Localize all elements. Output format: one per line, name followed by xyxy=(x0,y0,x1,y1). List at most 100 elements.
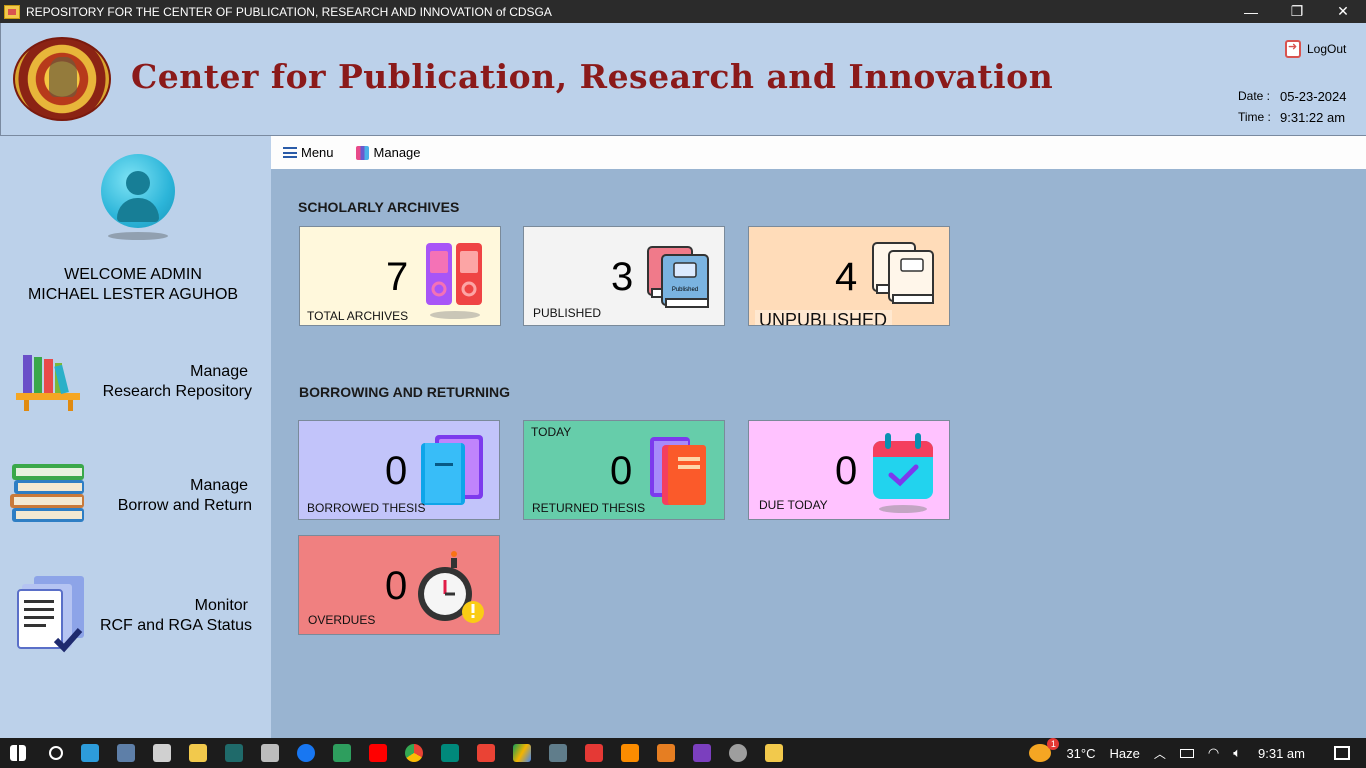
unpublished-label: UNPUBLISHED xyxy=(755,310,893,325)
manage-icon xyxy=(355,145,369,160)
sidebar-item-label: Manage Borrow and Return xyxy=(117,477,252,514)
facebook-icon[interactable] xyxy=(297,744,315,762)
filezilla-icon[interactable] xyxy=(585,744,603,762)
volume-icon[interactable]: 🔈︎ xyxy=(1233,745,1241,761)
chevron-up-icon[interactable]: ︿ xyxy=(1154,745,1166,762)
time-value: 9:31:22 am xyxy=(1280,110,1346,125)
overdues-count: 0 xyxy=(385,564,408,608)
due-today-count: 0 xyxy=(835,449,858,493)
file-explorer-icon[interactable] xyxy=(189,744,207,762)
weather-temperature[interactable]: 31°C xyxy=(1066,746,1095,761)
restore-button[interactable]: ❐ xyxy=(1274,0,1320,23)
drive-icon[interactable] xyxy=(513,744,531,762)
user-avatar-icon xyxy=(101,154,175,228)
binders-icon xyxy=(426,243,482,305)
date-label: Date : xyxy=(1238,89,1271,103)
published-books-icon: Published xyxy=(647,246,709,308)
git-icon[interactable] xyxy=(549,744,567,762)
menu-button[interactable]: Menu xyxy=(283,145,334,160)
published-label: PUBLISHED xyxy=(533,306,602,320)
unpublished-books-icon xyxy=(872,242,934,304)
weather-icon[interactable]: 1 xyxy=(1029,738,1060,762)
date-value: 05-23-2024 xyxy=(1280,89,1347,104)
system-tray: 1 31°C Haze ︿ ◠ 🔈︎ 9:31 am xyxy=(1029,738,1366,768)
os-taskbar: 1 31°C Haze ︿ ◠ 🔈︎ 9:31 am xyxy=(0,738,1366,768)
sidebar-item-borrow-and-return[interactable]: Manage Borrow and Return xyxy=(0,454,271,534)
bookshelf-icon xyxy=(16,355,80,411)
notifications-icon[interactable] xyxy=(1334,746,1350,760)
app-icon xyxy=(4,4,20,19)
printer-icon[interactable] xyxy=(261,744,279,762)
borrowed-book-icon xyxy=(421,435,483,505)
sidebar-item-label: Monitor RCF and RGA Status xyxy=(99,597,252,634)
visual-studio-icon[interactable] xyxy=(693,744,711,762)
due-today-label: DUE TODAY xyxy=(759,498,828,512)
brand-title: Center for Publication, Research and Inn… xyxy=(131,57,1054,96)
taskbar-clock[interactable]: 9:31 am xyxy=(1258,746,1305,761)
welcome-line1: WELCOME ADMIN xyxy=(64,266,202,283)
time-label: Time : xyxy=(1238,110,1271,124)
close-button[interactable]: ✕ xyxy=(1320,0,1366,23)
menu-toolbar: Menu Manage xyxy=(271,136,1366,169)
time-row: Time : 9:31:22 am xyxy=(1238,110,1345,125)
image-viewer-icon[interactable] xyxy=(333,744,351,762)
weather-badge: 1 xyxy=(1047,738,1060,750)
notepad-icon[interactable] xyxy=(153,744,171,762)
chrome-icon[interactable] xyxy=(405,744,423,762)
windows-start-icon[interactable] xyxy=(10,745,26,761)
date-row: Date : 05-23-2024 xyxy=(1238,89,1347,104)
wifi-icon[interactable]: ◠ xyxy=(1208,745,1219,761)
overdues-label: OVERDUES xyxy=(308,613,376,627)
sidebar-item-research-repository[interactable]: Manage Research Repository xyxy=(0,344,271,424)
welcome-text: WELCOME ADMIN MICHAEL LESTER AGUHOB xyxy=(0,265,266,305)
meet-icon[interactable] xyxy=(441,744,459,762)
returned-count: 0 xyxy=(610,449,633,493)
minimize-button[interactable]: — xyxy=(1228,0,1274,23)
section-title-borrowing: BORROWING AND RETURNING xyxy=(299,384,511,400)
sidebar-item-rcf-rga-status[interactable]: Monitor RCF and RGA Status xyxy=(0,574,271,654)
battery-icon[interactable] xyxy=(1179,748,1194,758)
section-title-scholarly: SCHOLARLY ARCHIVES xyxy=(298,199,460,215)
returned-book-icon xyxy=(650,437,706,505)
card-total-archives[interactable]: 7 TOTAL ARCHIVES xyxy=(299,226,501,326)
document-check-icon xyxy=(17,576,84,653)
card-unpublished[interactable]: 4 UNPUBLISHED xyxy=(748,226,950,326)
logout-button[interactable]: LogOut xyxy=(1285,40,1346,58)
card-shadow xyxy=(430,311,480,319)
xampp-icon[interactable] xyxy=(621,744,639,762)
returned-label: RETURNED THESIS xyxy=(532,501,646,515)
welcome-user-name: MICHAEL LESTER AGUHOB xyxy=(27,286,239,303)
app-header: Center for Publication, Research and Inn… xyxy=(0,23,1366,136)
card-due-today[interactable]: 0 DUE TODAY xyxy=(748,420,950,520)
gmail-icon[interactable] xyxy=(477,744,495,762)
sidebar-item-label: Manage Research Repository xyxy=(102,363,252,400)
total-archives-count: 7 xyxy=(386,255,409,299)
published-count: 3 xyxy=(611,255,634,299)
running-app-icon[interactable] xyxy=(765,744,783,762)
calendar-check-icon xyxy=(873,433,933,513)
logout-label: LogOut xyxy=(1307,42,1347,56)
weather-condition[interactable]: Haze xyxy=(1109,746,1139,761)
app-icon-orange[interactable] xyxy=(657,744,675,762)
card-published[interactable]: 3 Published PUBLISHED xyxy=(523,226,725,326)
window-title: REPOSITORY FOR THE CENTER OF PUBLICATION… xyxy=(26,4,552,19)
card-returned-thesis[interactable]: TODAY 0 RETURNED THESIS xyxy=(523,420,725,520)
avatar-shadow xyxy=(108,232,168,240)
settings-icon[interactable] xyxy=(729,744,747,762)
photos-icon[interactable] xyxy=(117,744,135,762)
taskview-icon[interactable] xyxy=(81,744,99,762)
logout-icon xyxy=(1285,40,1301,58)
unpublished-count: 4 xyxy=(835,255,858,299)
borrowed-count: 0 xyxy=(385,449,408,493)
manage-menu-button[interactable]: Manage xyxy=(355,145,421,160)
terminal-icon[interactable] xyxy=(225,744,243,762)
total-archives-label: TOTAL ARCHIVES xyxy=(307,309,409,323)
youtube-icon[interactable] xyxy=(369,744,387,762)
hamburger-icon xyxy=(283,147,297,158)
card-overdues[interactable]: 0 OVERDUES xyxy=(298,535,500,635)
search-icon[interactable] xyxy=(49,746,63,760)
stopwatch-alert-icon xyxy=(418,551,484,623)
card-borrowed-thesis[interactable]: 0 BORROWED THESIS xyxy=(298,420,500,520)
published-book-text: Published xyxy=(672,287,698,293)
window-titlebar: REPOSITORY FOR THE CENTER OF PUBLICATION… xyxy=(0,0,1366,23)
